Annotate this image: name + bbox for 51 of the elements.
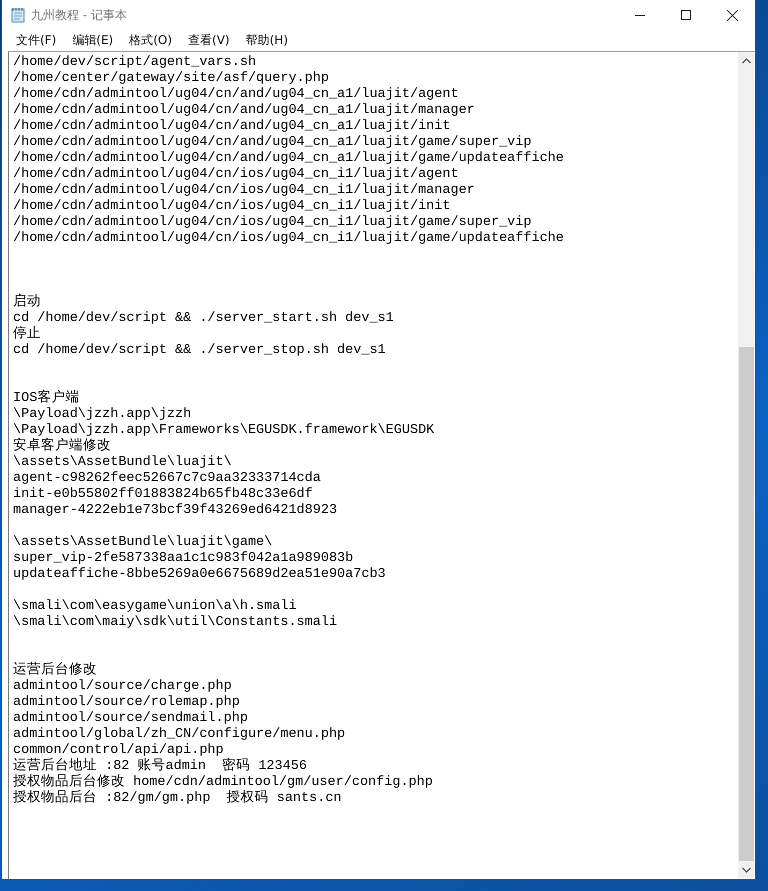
text-line: \assets\AssetBundle\luajit\ bbox=[13, 455, 233, 471]
text-line: admintool/source/charge.php bbox=[13, 679, 233, 695]
window-title: 九州教程 - 记事本 bbox=[31, 6, 127, 24]
text-line: /home/cdn/admintool/ug04/cn/ios/ug04_cn_i1/luajit/game/super_vip bbox=[13, 215, 532, 231]
text-line: \smali\com\maiy\sdk\util\Constants.smali bbox=[13, 615, 338, 631]
text-line: /home/dev/script/agent_vars.sh bbox=[13, 55, 258, 71]
scrollbar[interactable] bbox=[738, 52, 755, 879]
text-line: cd /home/dev/script && ./server_stop.sh dev_s1 bbox=[13, 343, 387, 359]
text-line: /home/cdn/admintool/ug04/cn/and/ug04_cn_a1/luajit/game/super_vip bbox=[13, 135, 532, 151]
menu-item[interactable]: 编辑(E) bbox=[64, 32, 122, 48]
scroll-down-icon[interactable] bbox=[742, 867, 751, 873]
text-line: init-e0b55802ff01883824b65fb48c33e6df bbox=[13, 487, 314, 503]
text-line: manager-4222eb1e73bcf39f43269ed6421d8923 bbox=[13, 503, 338, 519]
text-line: 运营后台地址 :82 账号admin 密码 123456 bbox=[13, 759, 308, 774]
text-line: cd /home/dev/script && ./server_start.sh dev_s1 bbox=[13, 311, 395, 326]
text-line: \Payload\jzzh.app\jzzh bbox=[13, 407, 192, 423]
text-line: 授权物品后台修改 home/cdn/admintool/gm/user/config.php bbox=[13, 775, 434, 790]
text-line: /home/cdn/admintool/ug04/cn/ios/ug04_cn_i1/luajit/game/updateaffiche bbox=[13, 231, 565, 247]
text-line: updateaffiche-8bbe5269a0e6675689d2ea51e90a7cb3 bbox=[13, 567, 387, 583]
text-line: 启动 bbox=[13, 295, 42, 311]
text-line: super_vip-2fe587338aa1c1c983f042a1a989083b bbox=[13, 551, 354, 567]
text-line: admintool/source/rolemap.php bbox=[13, 695, 241, 711]
text-line: IOS客户端 bbox=[13, 391, 80, 407]
menu-item[interactable]: 文件(F) bbox=[8, 32, 64, 48]
text-line: /home/cdn/admintool/ug04/cn/and/ug04_cn_a1/luajit/init bbox=[13, 119, 452, 135]
text-line: 停止 bbox=[13, 327, 42, 343]
text-line: /home/cdn/admintool/ug04/cn/ios/ug04_cn_i1/luajit/manager bbox=[13, 183, 476, 199]
text-line: 授权物品后台 :82/gm/gm.php 授权码 sants.cn bbox=[13, 791, 343, 807]
text-line: common/control/api/api.php bbox=[13, 743, 224, 758]
text-line: /home/center/gateway/site/asf/query.php bbox=[13, 71, 330, 87]
text-line: \Payload\jzzh.app\Frameworks\EGUSDK.framework\EGUSDK bbox=[13, 423, 436, 438]
close-icon bbox=[726, 10, 738, 20]
text-line: /home/cdn/admintool/ug04/cn/and/ug04_cn_a1/luajit/game/updateaffiche bbox=[13, 151, 565, 167]
notepad-icon bbox=[10, 7, 26, 23]
text-line: \smali\com\easygame\union\a\h.smali bbox=[13, 599, 298, 615]
text-line: admintool/global/zh_CN/configure/menu.php bbox=[13, 727, 346, 743]
text-line: /home/cdn/admintool/ug04/cn/and/ug04_cn_a1/luajit/agent bbox=[13, 87, 460, 103]
text-line: /home/cdn/admintool/ug04/cn/ios/ug04_cn_i1/luajit/init bbox=[13, 199, 452, 215]
menu-item[interactable]: 帮助(H) bbox=[238, 32, 296, 48]
menu-item[interactable]: 格式(O) bbox=[121, 32, 180, 48]
maximize-icon bbox=[681, 10, 691, 20]
text-line: admintool/source/sendmail.php bbox=[13, 711, 249, 727]
scroll-thumb[interactable] bbox=[739, 347, 754, 861]
text-line: /home/cdn/admintool/ug04/cn/ios/ug04_cn_i1/luajit/agent bbox=[13, 167, 460, 183]
text-line: /home/cdn/admintool/ug04/cn/and/ug04_cn_a1/luajit/manager bbox=[13, 103, 476, 119]
menu-item[interactable]: 查看(V) bbox=[180, 32, 238, 48]
scroll-up-icon[interactable] bbox=[742, 58, 751, 64]
text-line: \assets\AssetBundle\luajit\game\ bbox=[13, 535, 274, 551]
text-line: 安卓客户端修改 bbox=[13, 439, 112, 455]
text-line: agent-c98262feec52667c7c9aa32333714cda bbox=[13, 471, 322, 487]
text-line: 运营后台修改 bbox=[13, 663, 98, 679]
